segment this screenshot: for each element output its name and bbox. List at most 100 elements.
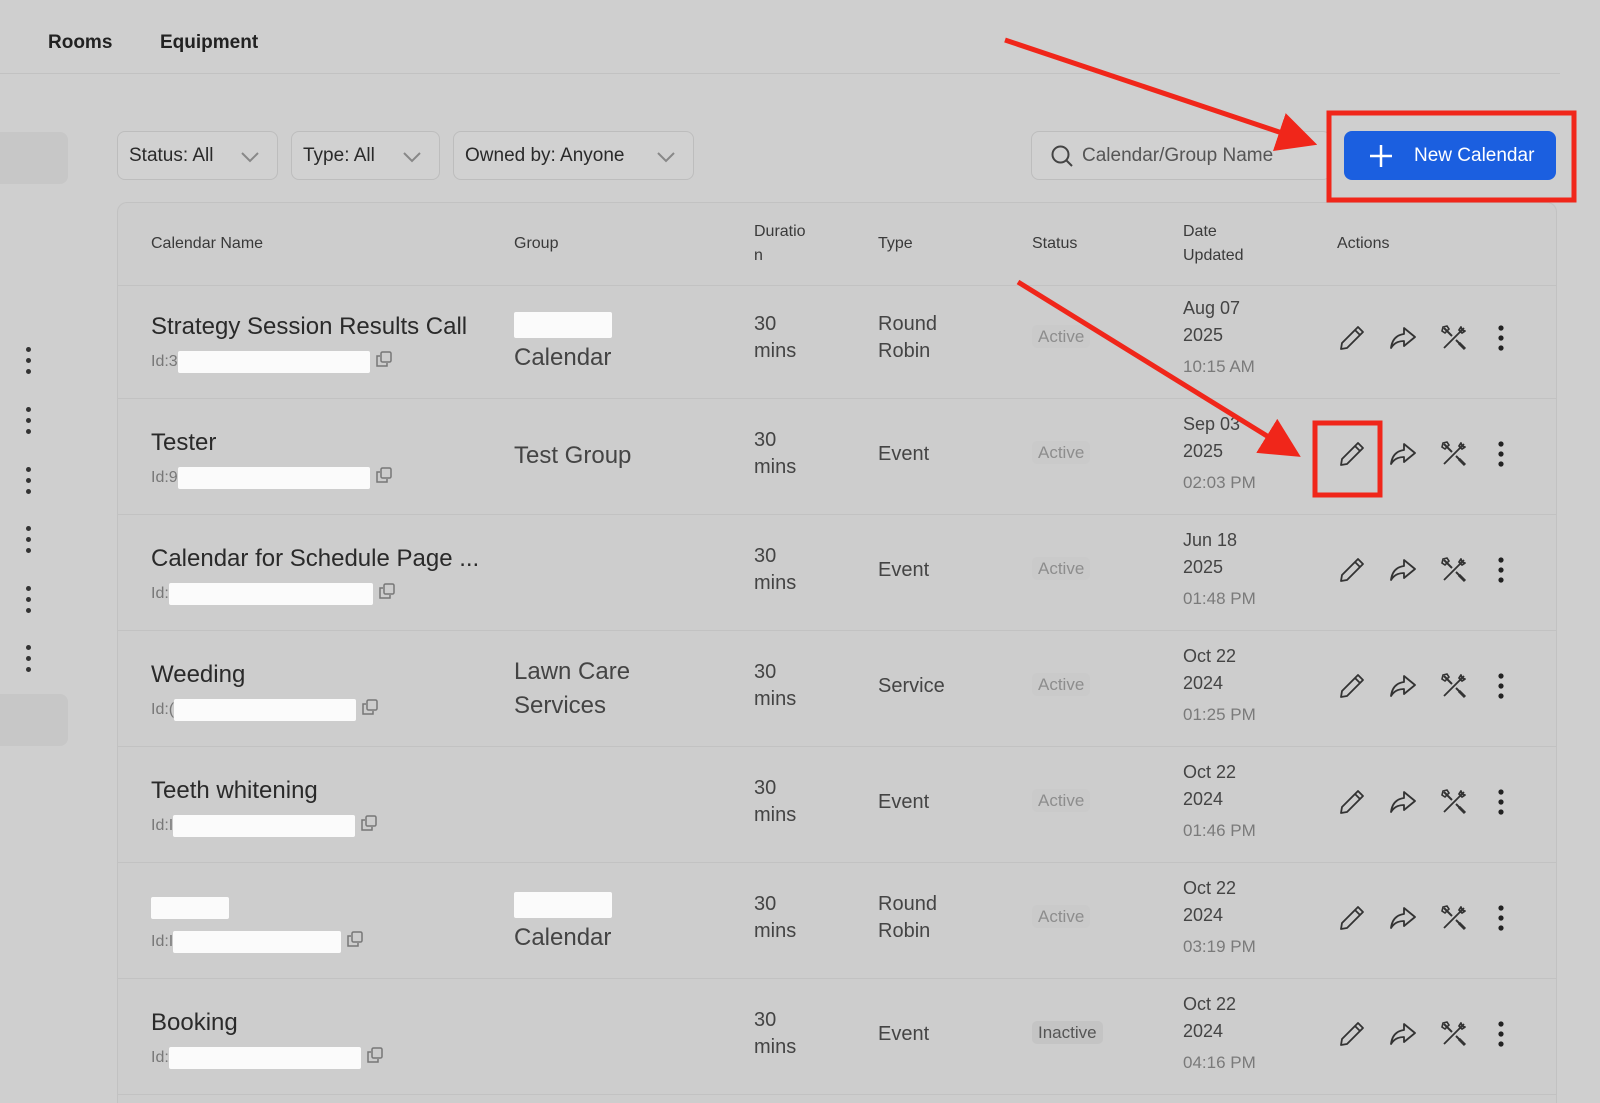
- copy-icon[interactable]: [374, 349, 394, 374]
- tools-icon[interactable]: [1437, 553, 1471, 587]
- tab-rooms[interactable]: Rooms: [48, 32, 112, 54]
- status-filter[interactable]: Status: All: [117, 131, 278, 180]
- type-filter[interactable]: Type: All: [291, 131, 440, 180]
- more-vertical-icon[interactable]: [22, 639, 34, 679]
- calendar-id: Id: I: [151, 929, 365, 954]
- tools-icon[interactable]: [1437, 321, 1471, 355]
- duration-unit: mins: [754, 456, 797, 478]
- more-vertical-icon[interactable]: [1484, 321, 1518, 355]
- duration-unit: mins: [754, 920, 797, 942]
- calendar-name[interactable]: Strategy Session Results Call: [151, 313, 467, 341]
- date-year: 2024: [1183, 673, 1224, 693]
- copy-icon[interactable]: [377, 581, 397, 606]
- col-date-line2: Updated: [1183, 247, 1244, 264]
- col-duration-line2: n: [754, 247, 763, 264]
- left-rail-item[interactable]: [0, 132, 68, 184]
- id-visible-char: 3: [168, 352, 178, 370]
- edit-icon[interactable]: [1335, 785, 1369, 819]
- share-icon[interactable]: [1386, 669, 1420, 703]
- edit-icon[interactable]: [1335, 553, 1369, 587]
- more-vertical-icon[interactable]: [1484, 437, 1518, 471]
- edit-icon[interactable]: [1335, 321, 1369, 355]
- copy-icon[interactable]: [374, 465, 394, 490]
- date-time: 01:25 PM: [1183, 705, 1256, 724]
- group-cell: Calendar: [514, 887, 612, 955]
- redacted-group: [514, 891, 612, 918]
- share-icon[interactable]: [1386, 1017, 1420, 1051]
- search-input[interactable]: [1082, 144, 1312, 167]
- calendar-name[interactable]: [151, 893, 229, 921]
- share-icon[interactable]: [1386, 785, 1420, 819]
- type-line1: Event: [878, 559, 930, 581]
- date-cell: Aug 07 2025 10:15 AM: [1183, 295, 1255, 380]
- col-calendar-name: Calendar Name: [151, 235, 264, 252]
- more-vertical-icon[interactable]: [22, 341, 34, 381]
- more-vertical-icon[interactable]: [22, 401, 34, 441]
- tools-icon[interactable]: [1437, 785, 1471, 819]
- duration-unit: mins: [754, 572, 797, 594]
- calendar-name[interactable]: Weeding: [151, 661, 245, 689]
- duration-value: 30: [754, 661, 777, 683]
- duration-value: 30: [754, 1009, 777, 1031]
- date-time: 02:03 PM: [1183, 473, 1256, 492]
- more-vertical-icon[interactable]: [22, 461, 34, 501]
- type-line2: Robin: [878, 920, 931, 942]
- date-year: 2025: [1183, 441, 1224, 461]
- type-line1: Event: [878, 791, 930, 813]
- tab-equipment[interactable]: Equipment: [160, 32, 258, 54]
- calendar-name[interactable]: Teeth whitening: [151, 777, 318, 805]
- calendar-id: Id: 3: [151, 349, 394, 374]
- copy-icon[interactable]: [359, 813, 379, 838]
- type-cell: Event: [878, 789, 929, 816]
- type-cell: Round Robin: [878, 891, 937, 945]
- top-tabs: Rooms Equipment: [0, 0, 1560, 74]
- more-vertical-icon[interactable]: [1484, 553, 1518, 587]
- group-cell: Test Group: [514, 439, 631, 473]
- type-cell: Event: [878, 1021, 929, 1048]
- edit-icon[interactable]: [1335, 901, 1369, 935]
- type-line1: Event: [878, 443, 930, 465]
- table-row: Strategy Session Results Call Id: 3 Cale…: [118, 283, 1556, 399]
- group-line1: Test Group: [514, 442, 632, 469]
- share-icon[interactable]: [1386, 437, 1420, 471]
- edit-icon[interactable]: [1335, 669, 1369, 703]
- date-year: 2024: [1183, 1021, 1224, 1041]
- more-vertical-icon[interactable]: [1484, 669, 1518, 703]
- redacted-id: [173, 930, 342, 953]
- date-month-day: Oct 22: [1183, 646, 1237, 666]
- more-vertical-icon[interactable]: [1484, 1017, 1518, 1051]
- tools-icon[interactable]: [1437, 901, 1471, 935]
- calendar-name[interactable]: Booking: [151, 1009, 238, 1037]
- calendar-name[interactable]: Tester: [151, 429, 216, 457]
- more-vertical-icon[interactable]: [22, 520, 34, 560]
- group-line2: Calendar: [514, 344, 612, 371]
- share-icon[interactable]: [1386, 553, 1420, 587]
- left-rail-item[interactable]: [0, 694, 68, 746]
- copy-icon[interactable]: [365, 1045, 385, 1070]
- group-cell: Lawn Care Services: [514, 655, 630, 723]
- date-cell: Sep 03 2025 02:03 PM: [1183, 411, 1256, 496]
- type-cell: Event: [878, 441, 929, 468]
- edit-icon[interactable]: [1335, 437, 1369, 471]
- type-line2: Robin: [878, 340, 931, 362]
- more-vertical-icon[interactable]: [1484, 901, 1518, 935]
- new-calendar-button[interactable]: New Calendar: [1344, 131, 1556, 180]
- col-date-line1: Date: [1183, 223, 1217, 240]
- tools-icon[interactable]: [1437, 437, 1471, 471]
- status-filter-label: Status: All: [129, 144, 214, 166]
- tools-icon[interactable]: [1437, 1017, 1471, 1051]
- copy-icon[interactable]: [360, 697, 380, 722]
- col-group: Group: [514, 235, 559, 252]
- tools-icon[interactable]: [1437, 669, 1471, 703]
- more-vertical-icon[interactable]: [22, 580, 34, 620]
- id-label: Id:: [151, 352, 169, 370]
- calendar-name[interactable]: Calendar for Schedule Page ...: [151, 545, 479, 573]
- share-icon[interactable]: [1386, 321, 1420, 355]
- duration-cell: 30 mins: [754, 891, 796, 945]
- group-line1: Lawn Care: [514, 658, 631, 685]
- copy-icon[interactable]: [345, 929, 365, 954]
- share-icon[interactable]: [1386, 901, 1420, 935]
- more-vertical-icon[interactable]: [1484, 785, 1518, 819]
- edit-icon[interactable]: [1335, 1017, 1369, 1051]
- owner-filter[interactable]: Owned by: Anyone: [453, 131, 694, 180]
